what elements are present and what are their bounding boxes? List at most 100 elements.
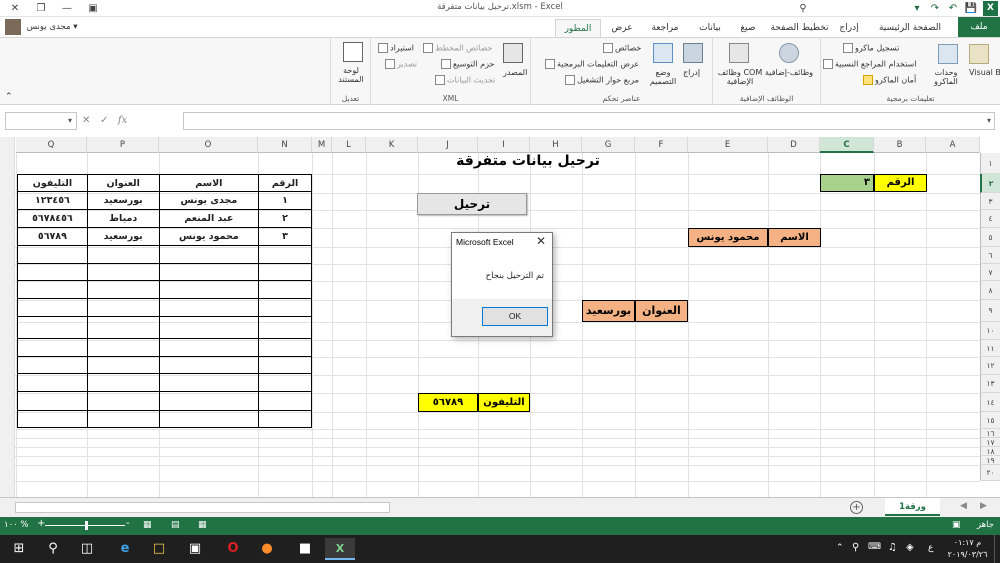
zoom-out-icon[interactable]: - <box>126 518 130 529</box>
show-desktop-button[interactable] <box>994 535 1000 563</box>
tab-page-layout[interactable]: تخطيط الصفحة <box>766 19 833 37</box>
phone-value-cell[interactable]: ٥٦٧٨٩ <box>418 393 478 412</box>
xml-source-button[interactable]: المصدر <box>503 68 527 77</box>
number-value-cell[interactable]: ٣ <box>820 174 874 192</box>
dialog-close-icon[interactable]: ✕ <box>536 234 546 248</box>
table-cell[interactable] <box>86 316 160 339</box>
table-cell[interactable] <box>86 263 160 281</box>
export-button[interactable]: تصدير <box>383 59 417 69</box>
table-cell[interactable] <box>258 391 312 411</box>
wifi-icon[interactable]: ◈ <box>906 542 914 553</box>
column-header-i[interactable]: I <box>478 137 530 153</box>
visual-basic-button[interactable]: Visual Basic <box>969 68 1000 77</box>
macro-record-status-icon[interactable]: ▣ <box>952 520 961 530</box>
row-header-15[interactable]: ١٥ <box>980 412 1000 429</box>
name-value-cell[interactable]: محمود يونس <box>688 228 768 247</box>
zoom-slider-thumb[interactable] <box>85 521 88 530</box>
table-cell[interactable] <box>86 280 160 299</box>
user-account[interactable]: مجدى يونس ▾ <box>5 17 78 37</box>
macros-button[interactable]: وحدات الماكرو <box>926 68 966 86</box>
table-cell[interactable] <box>17 245 88 264</box>
table-cell[interactable] <box>17 338 88 357</box>
document-panel-button[interactable]: لوحة المستند <box>333 66 369 84</box>
excel-taskbar-icon[interactable]: X <box>325 538 355 560</box>
insert-control-button[interactable]: إدراج <box>683 68 700 77</box>
column-header-b[interactable]: B <box>874 137 926 153</box>
run-dialog-button[interactable]: مربع حوار التشغيل <box>563 75 639 85</box>
normal-view-icon[interactable]: ▦ <box>198 520 207 530</box>
table-cell[interactable]: ٢ <box>258 209 312 228</box>
tab-home[interactable]: الصفحة الرئيسية <box>865 19 955 37</box>
import-button[interactable]: استيراد <box>376 43 414 53</box>
ok-button[interactable]: OK <box>482 307 548 326</box>
ribbon-options-icon[interactable]: ▣ <box>80 0 106 17</box>
table-cell[interactable]: بورسعيد <box>86 227 160 246</box>
table-cell[interactable] <box>158 263 260 281</box>
enter-icon[interactable]: ✓ <box>100 115 108 126</box>
addins-button[interactable]: وظائف-إضافية <box>765 68 813 77</box>
tab-view[interactable]: عرض <box>604 19 640 37</box>
row-header-1[interactable]: ١ <box>980 153 1000 174</box>
table-cell[interactable] <box>258 338 312 357</box>
name-box[interactable] <box>5 112 77 130</box>
row-header-20[interactable]: ٢٠ <box>980 465 1000 481</box>
column-header-j[interactable]: J <box>418 137 478 153</box>
minimize-window-icon[interactable]: — <box>54 0 80 17</box>
table-cell[interactable] <box>17 263 88 281</box>
row-header-17[interactable]: ١٧ <box>980 438 1000 447</box>
column-header-g[interactable]: G <box>582 137 635 153</box>
com-addins-button[interactable]: وظائف COM الإضافية <box>715 68 765 86</box>
tab-data[interactable]: بيانات <box>690 19 730 37</box>
table-cell[interactable] <box>17 391 88 411</box>
table-cell[interactable] <box>17 356 88 374</box>
table-cell[interactable] <box>158 373 260 392</box>
sheet-nav-right-icon[interactable]: ▶ <box>980 501 987 511</box>
table-cell[interactable] <box>258 316 312 339</box>
row-header-6[interactable]: ٦ <box>980 247 1000 264</box>
zoom-in-icon[interactable]: + <box>37 518 45 529</box>
network-icon[interactable]: ⚲ <box>852 542 859 553</box>
table-cell[interactable] <box>86 356 160 374</box>
row-header-12[interactable]: ١٢ <box>980 357 1000 375</box>
column-header-c[interactable]: C <box>820 137 874 153</box>
row-header-3[interactable]: ٣ <box>980 193 1000 210</box>
table-cell[interactable]: محمود يونس <box>158 227 260 246</box>
language-icon[interactable]: ⌨ <box>868 542 881 552</box>
name-box-dropdown-icon[interactable]: ▾ <box>68 116 72 125</box>
table-cell[interactable] <box>158 338 260 357</box>
table-cell[interactable]: ٥٦٧٨٤٥٦ <box>17 209 88 228</box>
search-icon[interactable]: ⚲ <box>38 538 68 560</box>
table-cell[interactable]: عبد المنعم <box>158 209 260 228</box>
table-cell[interactable] <box>258 280 312 299</box>
row-header-2[interactable]: ٢ <box>980 174 1000 193</box>
table-cell[interactable] <box>17 373 88 392</box>
view-code-button[interactable]: عرض التعليمات البرمجية <box>543 59 639 69</box>
column-header-e[interactable]: E <box>688 137 768 153</box>
table-cell[interactable] <box>258 298 312 317</box>
table-cell[interactable]: دمياط <box>86 209 160 228</box>
row-header-14[interactable]: ١٤ <box>980 393 1000 412</box>
table-cell[interactable]: ٥٦٧٨٩ <box>17 227 88 246</box>
relative-refs-button[interactable]: استخدام المراجع النسبية <box>821 59 916 69</box>
refresh-data-button[interactable]: تحديث البيانات <box>433 75 495 85</box>
tab-insert[interactable]: إدراج <box>833 19 865 37</box>
row-header-5[interactable]: ٥ <box>980 228 1000 247</box>
tab-review[interactable]: مراجعة <box>642 19 688 37</box>
page-layout-view-icon[interactable]: ▤ <box>171 520 180 530</box>
table-cell[interactable] <box>158 316 260 339</box>
table-cell[interactable] <box>158 245 260 264</box>
restore-window-icon[interactable]: ❐ <box>28 0 54 17</box>
sheet-nav-left-icon[interactable]: ◀ <box>960 501 967 511</box>
column-header-l[interactable]: L <box>332 137 366 153</box>
column-header-k[interactable]: K <box>366 137 418 153</box>
table-cell[interactable] <box>258 263 312 281</box>
store-icon[interactable]: ▣ <box>180 538 210 560</box>
table-cell[interactable] <box>86 298 160 317</box>
row-header-7[interactable]: ٧ <box>980 264 1000 281</box>
table-cell[interactable] <box>17 280 88 299</box>
table-cell[interactable]: ١ <box>258 191 312 210</box>
design-mode-button[interactable]: وضع التصميم <box>643 68 683 86</box>
transfer-button[interactable]: ترحيل <box>417 193 527 215</box>
tab-developer[interactable]: المطور <box>555 19 601 37</box>
column-header-p[interactable]: P <box>87 137 159 153</box>
